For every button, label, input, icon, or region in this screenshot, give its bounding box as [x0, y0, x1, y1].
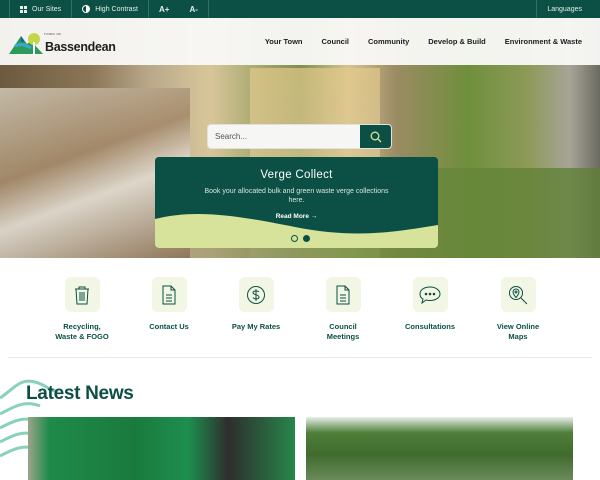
- our-sites-button[interactable]: Our Sites: [9, 0, 73, 18]
- high-contrast-button[interactable]: High Contrast: [72, 0, 149, 18]
- section-divider: [8, 357, 592, 358]
- speech-bubble-icon: [419, 285, 441, 304]
- nav-environment-waste[interactable]: Environment & Waste: [505, 37, 582, 46]
- slide-text: Book your allocated bulk and green waste…: [204, 188, 389, 204]
- dollar-icon: [247, 285, 265, 304]
- quick-link-label: Pay My Rates: [231, 322, 281, 331]
- quick-link-council-meetings[interactable]: Council Meetings: [298, 277, 388, 342]
- document-icon: [162, 285, 176, 304]
- languages-button[interactable]: Languages: [536, 0, 592, 18]
- our-sites-label: Our Sites: [32, 5, 62, 13]
- main-nav: Your Town Council Community Develop & Bu…: [265, 37, 582, 46]
- nav-your-town[interactable]: Your Town: [265, 37, 303, 46]
- slide-dot-2[interactable]: [303, 235, 310, 242]
- logo-name: Bassendean: [45, 40, 116, 54]
- document-icon: [336, 285, 350, 304]
- search-icon: [370, 131, 381, 142]
- map-search-icon: [509, 285, 528, 304]
- latest-news-heading: Latest News: [26, 383, 134, 404]
- site-logo[interactable]: TOWN OF Bassendean: [9, 32, 116, 54]
- read-more-link[interactable]: Read More →: [276, 213, 318, 220]
- search-bar: [207, 124, 392, 149]
- nav-council[interactable]: Council: [322, 37, 350, 46]
- quick-link-label: Consultations: [405, 322, 455, 331]
- search-button[interactable]: [360, 125, 391, 148]
- high-contrast-label: High Contrast: [95, 5, 138, 13]
- slide-dot-1[interactable]: [291, 235, 298, 242]
- quick-link-label: Council Meetings: [326, 322, 360, 341]
- logo-icon: [9, 33, 43, 54]
- search-input[interactable]: [208, 125, 360, 148]
- news-card-image-1[interactable]: [28, 417, 295, 480]
- quick-link-consultations[interactable]: Consultations: [385, 277, 475, 332]
- contrast-icon: [82, 5, 91, 13]
- grid-icon: [20, 5, 27, 13]
- font-increase-button[interactable]: A+: [149, 0, 179, 18]
- logo-town-of: TOWN OF: [44, 32, 62, 36]
- nav-develop-build[interactable]: Develop & Build: [428, 37, 486, 46]
- quick-link-online-maps[interactable]: View Online Maps: [473, 277, 563, 342]
- utility-bar: Our Sites High Contrast A+ A- Languages: [0, 0, 600, 18]
- quick-link-label: Contact Us: [149, 322, 189, 331]
- quick-link-label: View Online Maps: [496, 322, 540, 341]
- nav-community[interactable]: Community: [368, 37, 409, 46]
- quick-link-contact-us[interactable]: Contact Us: [124, 277, 214, 332]
- font-decrease-button[interactable]: A-: [179, 0, 209, 18]
- trash-icon: [75, 286, 89, 304]
- quick-link-label: Recycling, Waste & FOGO: [55, 322, 109, 341]
- quick-link-pay-rates[interactable]: Pay My Rates: [211, 277, 301, 332]
- slide-title: Verge Collect: [260, 169, 333, 181]
- site-header: TOWN OF Bassendean Your Town Council Com…: [0, 18, 600, 65]
- quick-link-recycling[interactable]: Recycling, Waste & FOGO: [37, 277, 127, 342]
- slide-pagination: [291, 235, 310, 242]
- news-card-image-2[interactable]: [306, 417, 573, 480]
